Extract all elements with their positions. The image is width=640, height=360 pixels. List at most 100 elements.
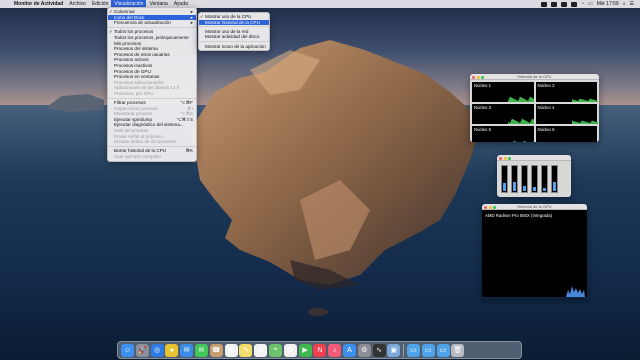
menu-item-label: Mostrar actividad del disco: [205, 34, 260, 40]
zoom-button[interactable]: [508, 156, 511, 160]
cpu-core-activity: [571, 120, 598, 124]
dock-safari-icon[interactable]: ◎: [150, 343, 164, 357]
dock-mail-icon[interactable]: ✉: [180, 343, 194, 357]
cpu-core-panel: Núcleo 3: [472, 104, 534, 124]
menu-item-label: Procesos inactivos: [114, 62, 153, 68]
menu-item-label: Ejecutar spindump: [114, 116, 153, 122]
clock[interactable]: Mié 17:59: [597, 1, 619, 7]
dock-messages-icon[interactable]: ✉: [194, 343, 208, 357]
cpu-usage-fill: [503, 182, 506, 191]
dock-preview-icon[interactable]: ▣: [387, 343, 401, 357]
menu-item-label: Inspeccionar proceso: [114, 105, 158, 111]
cpu-core-activity: [508, 118, 534, 124]
cpu-usage-fill: [553, 182, 556, 191]
status-area: ◔ ▭ Mié 17:59 ⌕ ☰: [540, 0, 634, 8]
cpu-core-activity: [571, 98, 598, 102]
menu-item-frecuencia-de-actualizacion[interactable]: Frecuencia de actualización ▸: [108, 20, 196, 26]
menu-item-label: Icono del Dock: [114, 14, 145, 20]
menu-item-label: Enviar señal al proceso...: [114, 133, 166, 139]
menu-item-label: Muestrear proceso: [114, 111, 153, 117]
menu-separator: [108, 27, 196, 29]
cpu-usage-fill: [513, 181, 516, 191]
dock-news-icon[interactable]: N: [313, 343, 327, 357]
menu-item-mostrar-actividad-del-disco[interactable]: Mostrar actividad del disco: [199, 34, 269, 40]
menu-item-label: Filtrar procesos: [114, 100, 146, 106]
minimize-button[interactable]: [503, 156, 507, 160]
dock-appstore-icon[interactable]: A: [342, 343, 356, 357]
dock-icon-submenu: ✓ Mostrar uso de la CPU Mostrar historial …: [198, 12, 270, 52]
close-button[interactable]: [499, 156, 502, 160]
control-center-icon[interactable]: ☰: [630, 1, 634, 7]
dock-folder-applications-icon[interactable]: ▭: [436, 343, 450, 357]
battery-icon[interactable]: ▭: [588, 1, 593, 7]
cpu-core-label: Núcleo 5: [474, 127, 491, 132]
view-menu: ✓ Columnas ▸ Icono del Dock ▸ Frecuencia de a…: [107, 7, 197, 162]
cpu-usage-bar: [501, 165, 508, 193]
menu-item-label: Mostrar icono de la aplicación: [205, 43, 266, 49]
wifi-icon[interactable]: ◔: [581, 1, 584, 7]
menu-item-label: Ejecutar diagnóstico del sistema...: [114, 122, 184, 128]
dock-separator: [403, 343, 405, 357]
cpu-core-panel: Núcleo 6: [535, 126, 598, 142]
dock-reminders-icon[interactable]: ☰: [254, 343, 268, 357]
cpu-usage-fill: [523, 186, 526, 191]
dock-finder-icon[interactable]: ☺: [121, 343, 134, 357]
cpu-core-panel: Núcleo 1: [472, 82, 534, 102]
menu-item-label: Procesos, por GPU: [114, 90, 154, 96]
cpu-usage-titlebar[interactable]: [497, 155, 571, 161]
menu-app-name[interactable]: Monitor de Actividad: [11, 0, 66, 8]
dock-maps-icon[interactable]: ⌖: [268, 343, 282, 357]
dock-activitymonitor-icon[interactable]: ∿: [372, 343, 386, 357]
cpu-core-graph: [571, 98, 598, 102]
dock-trash-icon[interactable]: 🗑: [451, 343, 465, 357]
cpu-history-titlebar[interactable]: Historial de la CPU: [470, 74, 599, 80]
dock-photos-icon[interactable]: ✿: [283, 343, 297, 357]
menu-item-label: Procesos del sistema: [114, 46, 158, 52]
status-icon-1[interactable]: [540, 1, 547, 7]
cpu-core-panel: Núcleo 5: [472, 126, 534, 142]
menu-archivo[interactable]: Archivo: [66, 0, 89, 8]
cpu-core-graph: [508, 96, 534, 102]
menu-item-label: Procesos en ventanas: [114, 74, 160, 80]
menu-item-label: Mostrar uso de la CPU: [205, 14, 252, 19]
menu-item-label: Mostrar historial de la CPU: [205, 19, 260, 25]
cpu-core-graph: [508, 118, 534, 124]
dock-facetime-icon[interactable]: ▶: [298, 343, 312, 357]
dock-folder-documents-icon[interactable]: ▭: [421, 343, 435, 357]
dock-launchpad-icon[interactable]: 🚀: [135, 343, 149, 357]
dock-folder-downloads-icon[interactable]: ▭: [406, 343, 420, 357]
menu-separator: [199, 41, 269, 43]
dock-settings-icon[interactable]: ⚙: [357, 343, 371, 357]
dock-chrome-icon[interactable]: ●: [165, 343, 179, 357]
menu-item-label: Mis procesos: [114, 40, 142, 46]
menu-item-label: Todos los procesos: [114, 29, 154, 35]
menu-separator: [108, 146, 196, 148]
cpu-core-label: Núcleo 2: [537, 83, 555, 88]
menu-separator: [108, 97, 196, 99]
dock-notes-icon[interactable]: ✎: [239, 343, 253, 357]
cpu-usage-window: [497, 155, 571, 197]
status-icon-2[interactable]: [550, 1, 557, 7]
menu-separator: [199, 26, 269, 28]
menu-item-mostrar-deltas-de-los-procesos: Mostrar deltas de los procesos: [108, 139, 196, 145]
menu-item-label: Usar ejemplo completo: [114, 154, 161, 160]
dock-contacts-icon[interactable]: ☎: [209, 343, 223, 357]
dock: ☺ 🚀 ◎ ● ✉ ✉ ☎ ▦ ✎ ☰ ⌖ ✿ ▶ N ♪ A ⚙ ∿ ▣ ▭ ▭ ▭ 🗑: [117, 341, 522, 359]
cpu-core-graph: [572, 138, 598, 142]
cpu-usage-bar: [531, 165, 538, 193]
cpu-core-graph: [513, 140, 534, 142]
dock-calendar-icon[interactable]: ▦: [224, 343, 238, 357]
menu-item-mostrar-historial-de-la-cpu[interactable]: Mostrar historial de la CPU: [199, 19, 269, 26]
cpu-core-activity: [513, 140, 534, 142]
status-icon-3[interactable]: [560, 1, 567, 7]
cpu-core-activity: [508, 96, 534, 102]
search-icon[interactable]: ⌕: [623, 1, 626, 7]
cpu-usage-fill: [533, 187, 536, 191]
gpu-graph-area: AMD Radeon Pro 560X (Integrada): [482, 210, 587, 297]
dock-music-icon[interactable]: ♪: [328, 343, 342, 357]
cpu-cores-grid: Núcleo 1 Núcleo 2 Núcleo 3 Núcleo 4 Núcleo 5…: [470, 80, 599, 142]
status-icon-4[interactable]: [570, 1, 577, 7]
menu-item-label: Aplicaciones en las últimas 12 h: [114, 85, 180, 91]
cpu-core-label: Núcleo 1: [474, 83, 491, 88]
menu-item-mostrar-icono-de-la-aplicacion[interactable]: Mostrar icono de la aplicación: [199, 44, 269, 50]
